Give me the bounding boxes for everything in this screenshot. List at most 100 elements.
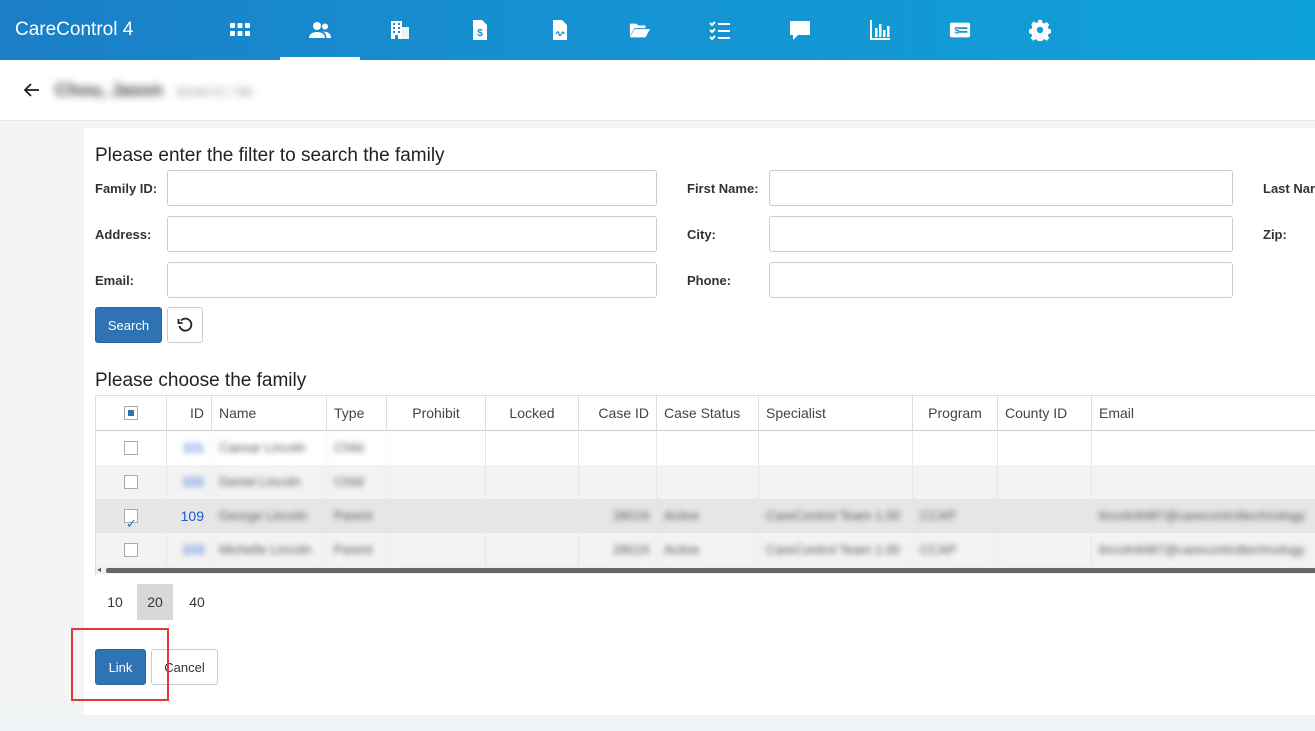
select-all-checkbox[interactable] [124, 406, 138, 420]
table-row[interactable]: 102 Daniel Lincoln Child [96, 465, 1315, 499]
table-row[interactable]: 103 Michelle Lincoln Parent 28019 Active… [96, 533, 1315, 567]
app-title: CareControl 4 [15, 19, 134, 40]
choose-family-title: Please choose the family [95, 370, 307, 391]
first-name-input[interactable] [769, 170, 1233, 206]
col-email[interactable]: Email [1092, 396, 1315, 431]
phone-label: Phone: [687, 273, 732, 288]
child-sub-info: Enrld #1 / 9A [177, 84, 253, 99]
row-checkbox[interactable] [124, 475, 138, 489]
row-specialist: CareControl Team 1.00 [759, 533, 913, 567]
row-id[interactable]: 102 [167, 465, 212, 499]
col-specialist[interactable]: Specialist [759, 396, 913, 431]
svg-text:$: $ [477, 28, 483, 39]
chat-icon [790, 21, 810, 40]
nav-payments[interactable]: $ [920, 0, 1000, 60]
row-type: Parent [327, 499, 387, 533]
email-label: Email: [95, 273, 135, 288]
col-type[interactable]: Type [327, 396, 387, 431]
record-header: Chou, Jason Enrld #1 / 9A [0, 60, 1315, 121]
money-card-icon: $ [949, 22, 971, 38]
nav-apps[interactable] [200, 0, 280, 60]
nav-facility[interactable] [360, 0, 440, 60]
col-prohibit[interactable]: Prohibit [387, 396, 486, 431]
col-name[interactable]: Name [212, 396, 327, 431]
nav-files[interactable] [600, 0, 680, 60]
last-name-label: Last Nar [1263, 181, 1315, 196]
row-name: Daniel Lincoln [212, 465, 327, 499]
col-case-id[interactable]: Case ID [579, 396, 657, 431]
phone-input[interactable] [769, 262, 1233, 298]
row-type: Child [327, 465, 387, 499]
row-name: Caesar Lincoln [212, 431, 327, 465]
row-case-id: 28019 [579, 499, 657, 533]
family-grid: ID Name Type Prohibit Locked Case ID Cas… [95, 395, 1315, 575]
row-name: Michelle Lincoln [212, 533, 327, 567]
row-checkbox[interactable] [124, 507, 138, 541]
row-program: CCAP [913, 533, 998, 567]
page-size-40[interactable]: 40 [179, 584, 215, 620]
child-name: Chou, Jason [55, 80, 164, 100]
checklist-icon [709, 21, 730, 41]
table-row-selected[interactable]: 109 George Lincoln Parent 28019 Active C… [96, 499, 1315, 541]
col-case-status[interactable]: Case Status [657, 396, 759, 431]
building-icon [391, 21, 409, 39]
row-status: Active [657, 533, 759, 567]
nav-people[interactable] [280, 0, 360, 60]
footer-strip [0, 715, 1315, 731]
row-program: CCAP [913, 499, 998, 533]
row-specialist: CareControl Team 1.00 [759, 499, 913, 533]
scroll-left-arrow-icon[interactable]: ◂ [97, 565, 101, 574]
row-type: Child [327, 431, 387, 465]
row-status: Active [657, 499, 759, 533]
search-button[interactable]: Search [95, 307, 162, 343]
col-program[interactable]: Program [913, 396, 998, 431]
grid-header: ID Name Type Prohibit Locked Case ID Cas… [96, 396, 1315, 431]
search-section-title: Please enter the filter to search the fa… [95, 145, 445, 166]
people-icon [309, 22, 331, 38]
signed-document-icon [553, 20, 567, 40]
reset-icon [177, 317, 193, 332]
select-all-cell [96, 396, 167, 431]
svg-text:$: $ [955, 26, 960, 36]
row-checkbox[interactable] [124, 441, 138, 455]
nav-messages[interactable] [760, 0, 840, 60]
highlight-box [71, 628, 169, 701]
city-label: City: [687, 227, 716, 242]
page-size-10[interactable]: 10 [97, 584, 133, 620]
gear-icon [1029, 19, 1051, 41]
family-id-input[interactable] [167, 170, 657, 206]
invoice-dollar-icon: $ [473, 20, 487, 40]
row-email: lincoln9487@carecontroltechnology [1099, 508, 1306, 523]
table-row[interactable]: 101 Caesar Lincoln Child [96, 431, 1315, 465]
address-input[interactable] [167, 216, 657, 252]
horizontal-scrollbar[interactable]: ◂ [96, 565, 1315, 574]
city-input[interactable] [769, 216, 1233, 252]
folder-open-icon [629, 23, 651, 38]
apps-grid-icon [230, 23, 250, 36]
row-id[interactable]: 103 [167, 533, 212, 567]
reset-button[interactable] [167, 307, 203, 343]
row-id[interactable]: 109 [167, 499, 212, 533]
row-case-id: 28019 [579, 533, 657, 567]
row-email: lincoln9487@carecontroltechnology [1099, 542, 1306, 557]
row-id[interactable]: 101 [167, 431, 212, 465]
nav-reports[interactable] [840, 0, 920, 60]
chart-bar-icon [870, 20, 890, 40]
nav-billing[interactable]: $ [440, 0, 520, 60]
email-input[interactable] [167, 262, 657, 298]
top-nav-bar: CareControl 4 $ $ [0, 0, 1315, 60]
page-size-20[interactable]: 20 [137, 584, 173, 620]
first-name-label: First Name: [687, 181, 759, 196]
col-id[interactable]: ID [167, 396, 212, 431]
scrollbar-thumb[interactable] [106, 568, 1315, 573]
nav-documents[interactable] [520, 0, 600, 60]
address-label: Address: [95, 227, 152, 242]
zip-label: Zip: [1263, 227, 1287, 242]
col-locked[interactable]: Locked [486, 396, 579, 431]
nav-tasks[interactable] [680, 0, 760, 60]
col-county-id[interactable]: County ID [998, 396, 1092, 431]
row-checkbox[interactable] [124, 543, 138, 557]
nav-settings[interactable] [1000, 0, 1080, 60]
back-arrow-icon[interactable] [22, 80, 42, 100]
family-id-label: Family ID: [95, 181, 158, 196]
